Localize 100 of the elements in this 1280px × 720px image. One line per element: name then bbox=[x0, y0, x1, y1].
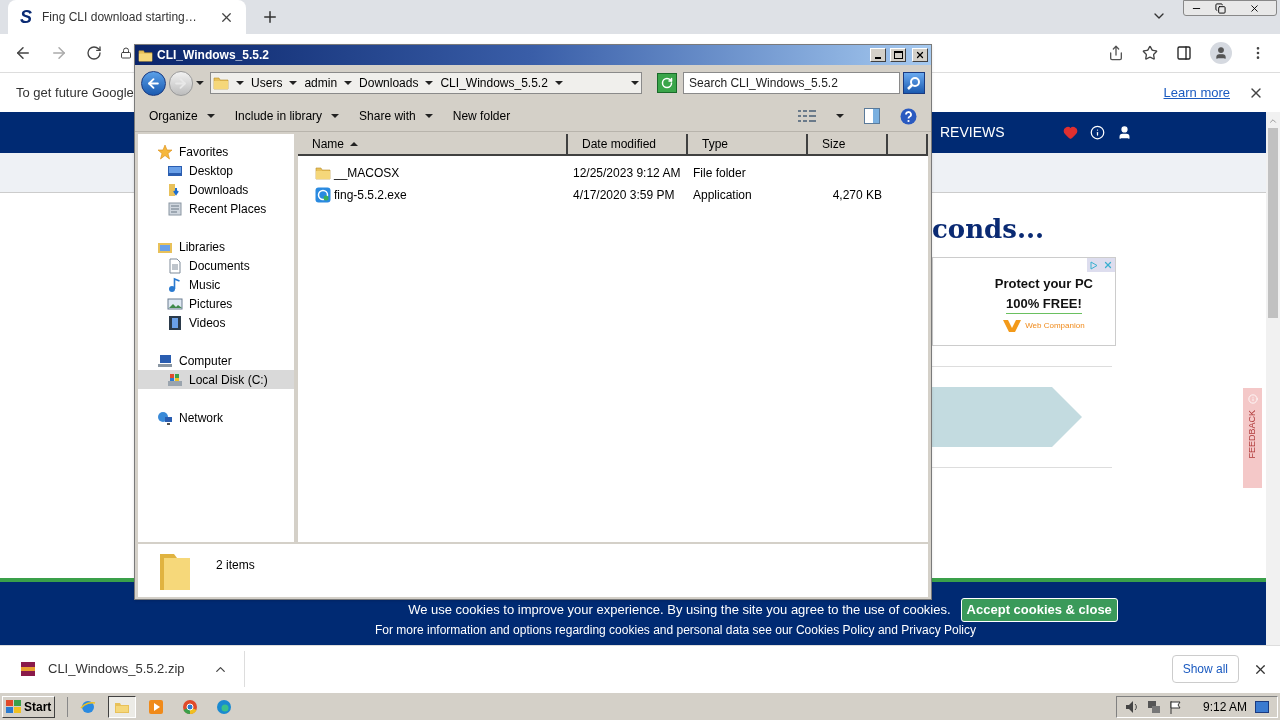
toolbar-button[interactable]: New folder bbox=[452, 105, 511, 127]
date-cell: 12/25/2023 9:12 AM bbox=[573, 166, 681, 180]
toolbar-button[interactable]: Share with bbox=[359, 105, 433, 127]
column-header[interactable]: Type bbox=[688, 134, 808, 154]
download-filename[interactable]: CLI_Windows_5.5.2.zip bbox=[48, 659, 185, 679]
network-icon bbox=[157, 409, 173, 426]
bookmark-star-icon[interactable] bbox=[1142, 45, 1158, 61]
nav-pane-item[interactable]: Downloads bbox=[138, 180, 295, 199]
maximize-button[interactable] bbox=[890, 48, 906, 62]
nav-pane-item[interactable]: Computer bbox=[138, 351, 295, 370]
music-note-icon bbox=[167, 276, 183, 293]
sort-arrow-icon bbox=[350, 142, 358, 146]
breadcrumb-item[interactable]: Users bbox=[251, 74, 283, 92]
clock: 9:12 AM bbox=[1202, 698, 1247, 716]
breadcrumb-arrow-icon bbox=[425, 81, 434, 85]
ad-headline: Protect your PC bbox=[994, 275, 1093, 293]
new-tab-icon[interactable] bbox=[261, 8, 279, 26]
archive-icon bbox=[20, 661, 36, 677]
help-icon[interactable] bbox=[900, 107, 917, 125]
refresh-button[interactable] bbox=[657, 73, 678, 93]
back-button[interactable] bbox=[141, 70, 166, 96]
preview-pane-icon[interactable] bbox=[864, 108, 880, 124]
nav-pane-item[interactable]: Recent Places bbox=[138, 199, 295, 218]
caret-icon bbox=[331, 114, 340, 118]
breadcrumb-arrow-icon bbox=[236, 81, 245, 85]
nav-pane-item[interactable]: Network bbox=[138, 408, 295, 427]
nav-pane-item[interactable]: Documents bbox=[138, 256, 295, 275]
user-icon[interactable] bbox=[1116, 125, 1132, 140]
heart-icon[interactable] bbox=[1062, 125, 1078, 140]
history-caret-icon bbox=[196, 81, 205, 85]
breadcrumb-item[interactable]: admin bbox=[304, 74, 338, 92]
caret-icon bbox=[424, 114, 433, 118]
browser-e-icon bbox=[80, 698, 97, 715]
nav-pane-item[interactable]: Pictures bbox=[138, 294, 295, 313]
flag-icon[interactable] bbox=[1168, 699, 1183, 714]
file-row[interactable]: __MACOSX 12/25/2023 9:12 AM File folder bbox=[298, 162, 928, 184]
reload-icon[interactable] bbox=[86, 45, 102, 61]
speaker-icon[interactable] bbox=[1124, 699, 1139, 714]
close-button[interactable] bbox=[912, 48, 928, 62]
search-button[interactable] bbox=[903, 72, 925, 94]
share-icon[interactable] bbox=[1108, 45, 1124, 61]
recent-places-icon bbox=[167, 200, 183, 217]
application-icon bbox=[315, 187, 331, 203]
site-logo: S bbox=[20, 8, 32, 26]
search-field[interactable]: Search CLI_Windows_5.5.2 bbox=[683, 72, 901, 94]
folder-icon bbox=[213, 75, 230, 91]
address-field[interactable]: Users admin Downloads CLI_Windows_5.5.2 bbox=[210, 72, 643, 94]
show-all-button[interactable]: Show all bbox=[1171, 655, 1239, 683]
pictures-icon bbox=[167, 295, 183, 312]
browser-tab[interactable]: S Fing CLI download starting… bbox=[8, 0, 246, 34]
folder-icon bbox=[138, 47, 153, 63]
breadcrumb-arrow-icon bbox=[289, 81, 298, 85]
nav-pane-item[interactable]: Favorites bbox=[138, 142, 295, 161]
info-icon[interactable] bbox=[1089, 125, 1105, 140]
nav-pane-item[interactable]: Music bbox=[138, 275, 295, 294]
feedback-tab[interactable]: FEEDBACK bbox=[1243, 388, 1262, 488]
toolbar-button[interactable]: Organize bbox=[149, 105, 215, 127]
column-header[interactable]: Name bbox=[298, 134, 568, 154]
taskbar-app-button[interactable] bbox=[108, 695, 137, 718]
restore-icon bbox=[1214, 2, 1226, 14]
nav-pane-item[interactable]: Desktop bbox=[138, 161, 295, 180]
accept-cookies-button[interactable]: Accept cookies & close bbox=[960, 598, 1118, 622]
media-player-icon bbox=[148, 698, 165, 715]
file-name: __MACOSX bbox=[334, 165, 400, 182]
toolbar-button[interactable]: Include in library bbox=[234, 105, 340, 127]
edge-icon bbox=[216, 698, 233, 715]
back-icon[interactable] bbox=[14, 44, 32, 62]
scrollbar[interactable] bbox=[1266, 112, 1280, 645]
column-header[interactable]: Date modified bbox=[568, 134, 688, 154]
file-row[interactable]: fing-5.5.2.exe 4/17/2020 3:59 PM Application 4,270 KB bbox=[298, 184, 928, 206]
side-panel-icon[interactable] bbox=[1176, 45, 1192, 61]
page-heading: conds... bbox=[932, 213, 1046, 246]
breadcrumb-arrow-icon bbox=[344, 81, 353, 85]
folder-icon bbox=[315, 165, 331, 181]
start-button[interactable]: Start bbox=[2, 695, 56, 718]
view-options-icon[interactable] bbox=[798, 109, 816, 123]
show-desktop-icon[interactable] bbox=[1255, 700, 1269, 713]
breadcrumb-arrow-icon bbox=[554, 81, 563, 85]
breadcrumb-item[interactable]: CLI_Windows_5.5.2 bbox=[440, 74, 548, 92]
date-cell: 4/17/2020 3:59 PM bbox=[573, 188, 675, 202]
learn-more-link[interactable]: Learn more bbox=[1163, 82, 1230, 103]
item-count: 2 items bbox=[216, 557, 255, 574]
profile-avatar[interactable] bbox=[1210, 42, 1232, 64]
column-header[interactable]: Size bbox=[808, 134, 888, 154]
ad-offer: 100% FREE! bbox=[1005, 293, 1082, 314]
breadcrumb-item[interactable]: Downloads bbox=[359, 74, 419, 92]
chrome-icon bbox=[182, 698, 199, 715]
infobar-text: To get future Google bbox=[16, 83, 134, 102]
star-icon bbox=[157, 143, 173, 160]
nav-pane-item[interactable]: Libraries bbox=[138, 237, 295, 256]
ad-brand: Web Companion bbox=[1025, 320, 1085, 332]
address-dropdown-icon bbox=[631, 81, 640, 85]
nav-link[interactable]: REVIEWS bbox=[940, 122, 1005, 143]
nav-pane-item[interactable]: Videos bbox=[138, 313, 295, 332]
brand-logo-icon bbox=[1003, 320, 1022, 332]
cookie-message: We use cookies to improve your experience. By using the site you agree to the use of cookies. bbox=[408, 601, 951, 620]
network-icon[interactable] bbox=[1146, 699, 1161, 714]
nav-pane-item[interactable]: Local Disk (C:) bbox=[138, 370, 295, 389]
cookie-policy-text: For more information and options regarding cookies and personal data see our Cookies Policy and Privacy Policy bbox=[375, 623, 976, 637]
minimize-button[interactable] bbox=[870, 48, 886, 62]
